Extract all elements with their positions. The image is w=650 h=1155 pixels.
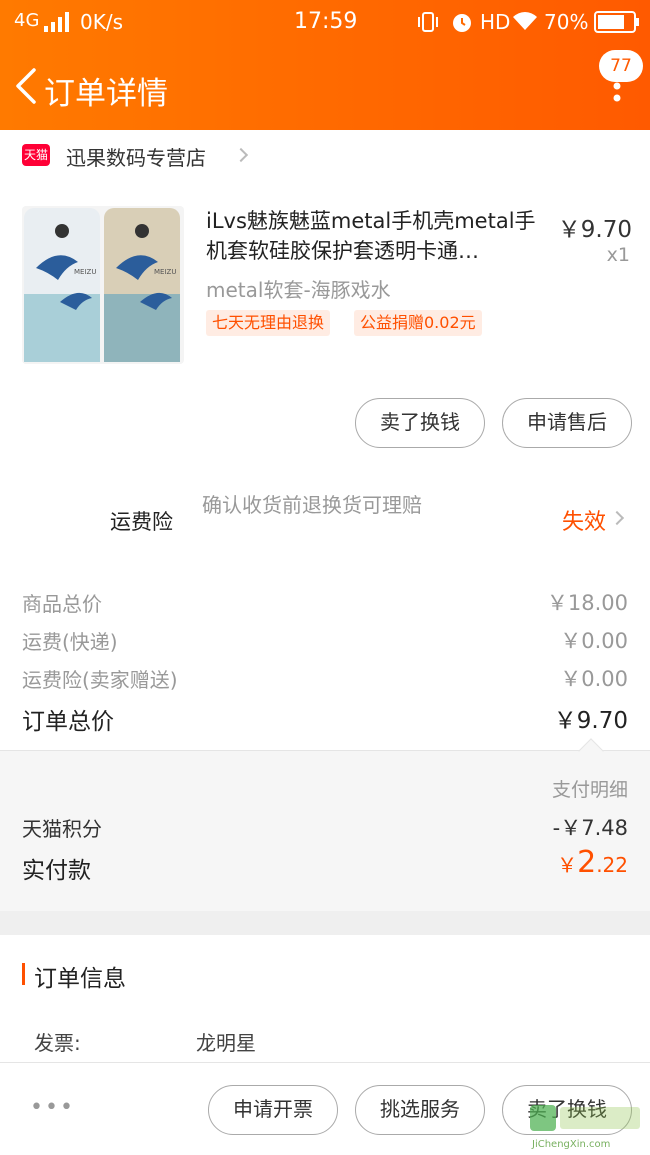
request-invoice-button[interactable]: 申请开票 xyxy=(208,1085,338,1135)
phone-case-illustration: MEIZU MEIZU xyxy=(24,208,180,362)
vibrate-icon xyxy=(418,12,438,32)
shop-row[interactable]: 天猫 迅果数码专营店 xyxy=(0,130,650,180)
order-total-value: ￥9.70 xyxy=(553,708,628,734)
price-summary: 商品总价 ￥18.00 运费(快递) ￥0.00 运费险(卖家赠送) ￥0.00… xyxy=(0,578,650,750)
goods-total-value: ￥18.00 xyxy=(546,591,628,615)
clock: 17:59 xyxy=(294,9,358,34)
shipping-label: 运费(快递) xyxy=(22,630,118,654)
shipping-insurance-row[interactable]: 运费险 确认收货前退换货可理赔 失效 xyxy=(0,486,650,552)
signal-label: 4G xyxy=(14,10,40,31)
paid-integer: 2 xyxy=(577,845,597,880)
order-info-title: 订单信息 xyxy=(34,966,126,992)
insurance-fee-label: 运费险(卖家赠送) xyxy=(22,668,178,692)
status-bar: 4G 0K/s 17:59 HD 70% xyxy=(0,0,650,44)
app-header: 4G 0K/s 17:59 HD 70% 订单详情 77 xyxy=(0,0,650,130)
paid-amount: ￥2.22 xyxy=(557,845,628,880)
order-info-section: 订单信息 发票: 龙明星 xyxy=(0,935,650,1065)
message-badge[interactable]: 77 xyxy=(599,50,643,82)
more-actions-icon[interactable]: ••• xyxy=(30,1095,75,1120)
after-sale-button[interactable]: 申请售后 xyxy=(502,398,632,448)
back-arrow-icon[interactable] xyxy=(12,66,42,106)
tmall-badge-icon: 天猫 xyxy=(22,144,50,166)
goods-total-label: 商品总价 xyxy=(22,592,102,616)
insurance-description: 确认收货前退换货可理赔 xyxy=(202,493,422,517)
wifi-icon xyxy=(513,12,537,30)
paid-label: 实付款 xyxy=(22,858,91,884)
insurance-label: 运费险 xyxy=(110,510,173,534)
insurance-status: 失效 xyxy=(561,510,606,535)
charity-tag: 公益捐赠0.02元 xyxy=(354,310,482,336)
watermark-text: JiChengXin.com xyxy=(531,1139,610,1150)
signal-icon xyxy=(44,12,69,32)
insurance-fee-value: ￥0.00 xyxy=(560,667,628,691)
invoice-label: 发票: xyxy=(34,1031,81,1055)
return-policy-tag: 七天无理由退换 xyxy=(206,310,331,336)
product-sku: metal软套-海豚戏水 xyxy=(206,278,391,302)
section-gap xyxy=(0,911,650,935)
battery-level: 70% xyxy=(544,10,589,34)
insurance-chevron-icon xyxy=(609,510,625,526)
product-card: MEIZU MEIZU iLvs魅族魅蓝metal手机壳metal手机套软硅胶保… xyxy=(0,190,650,460)
alarm-icon xyxy=(453,14,471,32)
case-brand-text-2: MEIZU xyxy=(154,268,176,276)
paid-decimal: .22 xyxy=(596,853,628,877)
paid-currency: ￥ xyxy=(557,853,578,877)
product-image[interactable]: MEIZU MEIZU xyxy=(22,206,184,364)
shop-name[interactable]: 迅果数码专营店 xyxy=(66,142,206,171)
sell-for-cash-button[interactable]: 卖了换钱 xyxy=(355,398,485,448)
choose-service-button[interactable]: 挑选服务 xyxy=(355,1085,485,1135)
bottom-action-bar: ••• 申请开票 挑选服务 卖了换钱 JiChengXin.com xyxy=(0,1062,650,1155)
watermark-logo: JiChengXin.com xyxy=(530,1105,640,1150)
section-accent-bar xyxy=(22,963,25,985)
invoice-value: 龙明星 xyxy=(196,1031,256,1055)
battery-icon xyxy=(594,11,639,33)
product-price: ￥9.70 xyxy=(557,217,632,243)
shipping-value: ￥0.00 xyxy=(560,629,628,653)
shop-chevron-icon xyxy=(233,147,249,163)
more-menu-icon[interactable] xyxy=(612,80,622,120)
case-brand-text: MEIZU xyxy=(74,268,96,276)
product-name[interactable]: iLvs魅族魅蓝metal手机壳metal手机套软硅胶保护套透明卡通… xyxy=(206,206,538,266)
payment-detail-link[interactable]: 支付明细 xyxy=(552,775,628,802)
product-quantity: x1 xyxy=(606,244,630,266)
page-title: 订单详情 xyxy=(44,76,168,112)
hd-label: HD xyxy=(480,10,511,34)
points-value: -￥7.48 xyxy=(552,816,628,840)
payment-section: 支付明细 天猫积分 -￥7.48 实付款 ￥2.22 xyxy=(0,751,650,911)
net-speed: 0K/s xyxy=(80,10,123,34)
points-label: 天猫积分 xyxy=(22,817,102,841)
nav-bar: 订单详情 77 xyxy=(0,50,650,130)
order-total-label: 订单总价 xyxy=(22,709,114,735)
